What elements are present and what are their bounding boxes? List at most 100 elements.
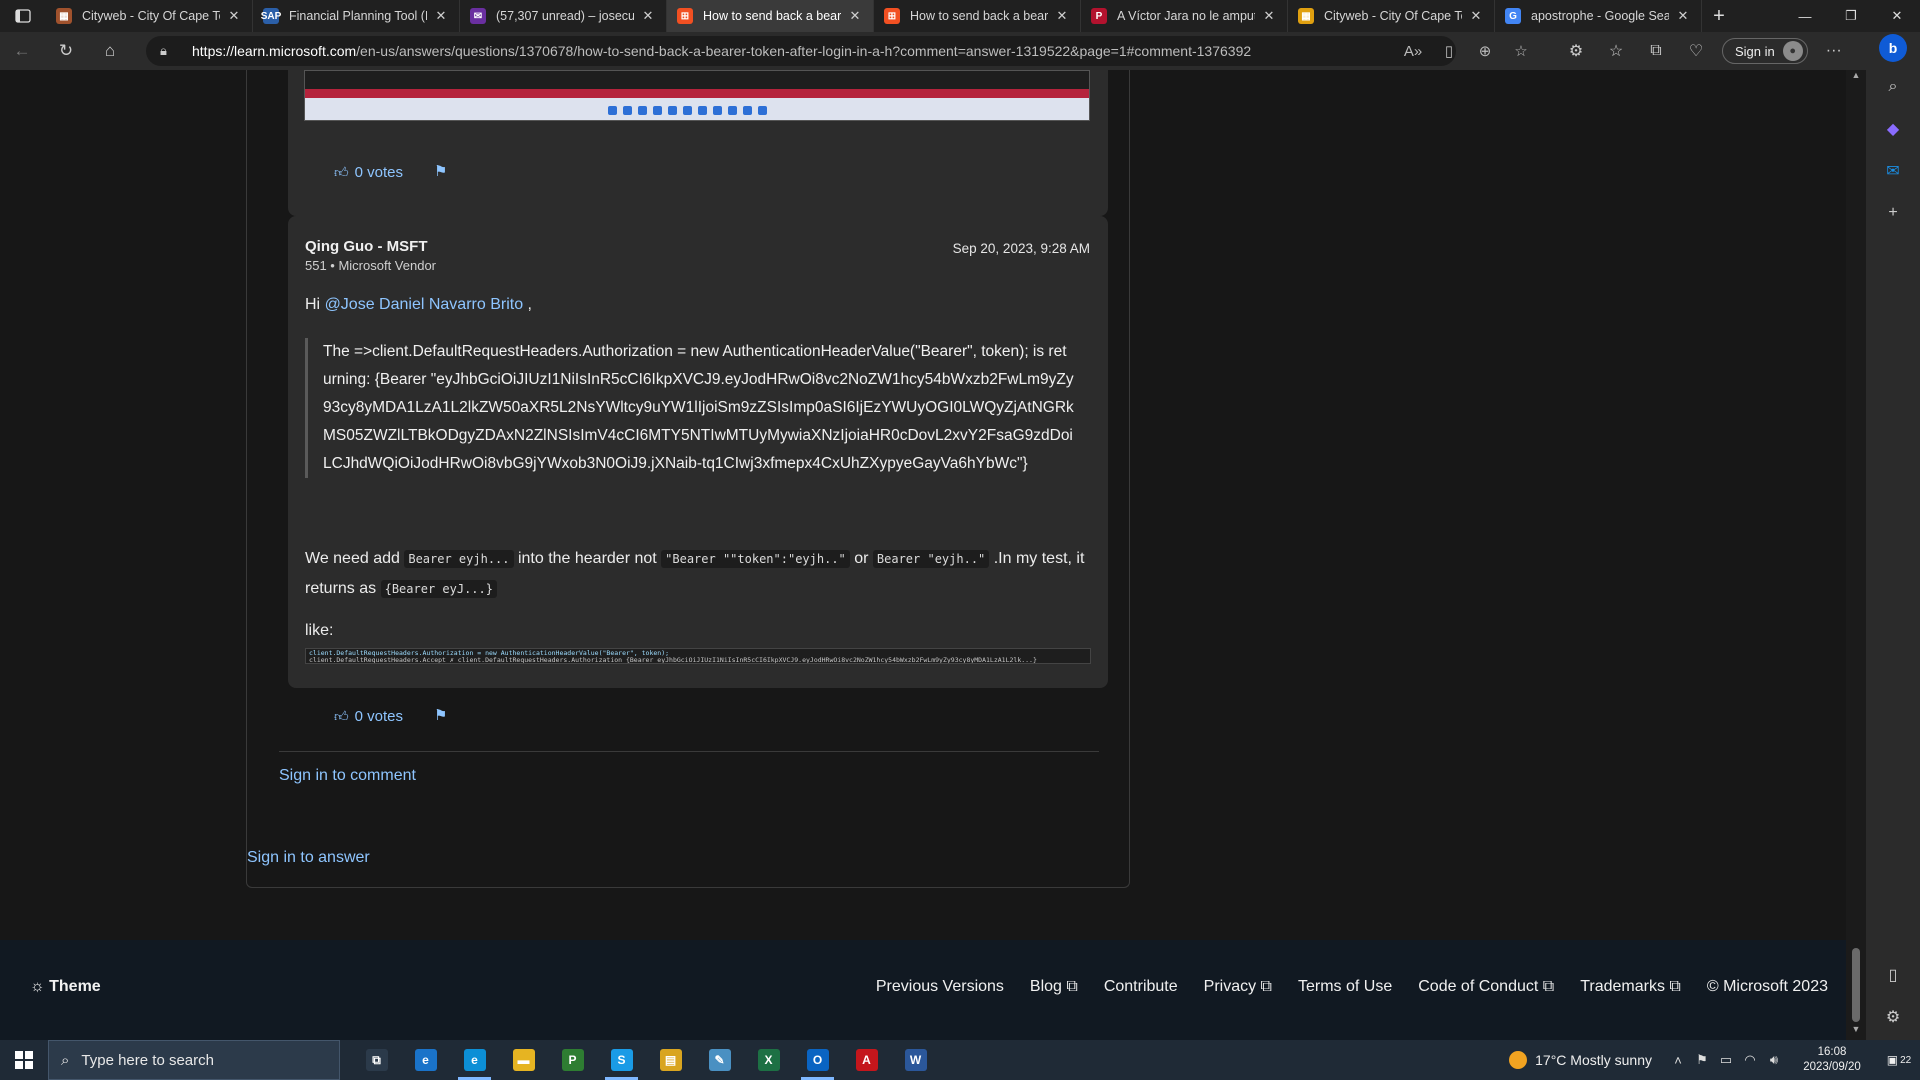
taskbar-clock[interactable]: 16:08 2023/09/20 (1794, 1045, 1870, 1075)
browser-tab[interactable]: ▦ Cityweb - City Of Cape Tow ✕ (46, 0, 253, 32)
tab-close-icon[interactable]: ✕ (1054, 8, 1070, 24)
tab-close-icon[interactable]: ✕ (1675, 8, 1691, 24)
weather-widget[interactable]: 17°C Mostly sunny (1509, 1051, 1652, 1069)
home-button[interactable]: ⌂ (88, 32, 132, 70)
restore-button[interactable]: ❐ (1828, 0, 1874, 32)
report-flag-icon[interactable]: ⚑ (434, 706, 447, 724)
browser-tab[interactable]: ✉ (57,307 unread) – josecubi ✕ (460, 0, 667, 32)
close-window-button[interactable]: ✕ (1874, 0, 1920, 32)
theme-toggle[interactable]: ☼ Theme (30, 978, 101, 996)
volume-icon[interactable]: 🔊︎ (1762, 1052, 1786, 1068)
windows-taskbar: ⌕ Type here to search ⧉ e e ▬ P S ▤ ✎ X O A W 17°C … (0, 1040, 1920, 1080)
tab-strip: ▦ Cityweb - City Of Cape Tow ✕ SAP Financial… (0, 0, 1920, 32)
tab-actions-menu-icon[interactable] (0, 0, 46, 32)
taskbar-app-excel[interactable]: X (744, 1040, 793, 1080)
search-icon[interactable]: ⌕ (1866, 66, 1920, 108)
answer-author[interactable]: Qing Guo - MSFT (305, 238, 427, 255)
favorites-icon[interactable]: ☆ (1596, 41, 1636, 61)
notification-center-button[interactable]: ▣ 22 (1878, 1040, 1920, 1080)
windows-start-button[interactable] (0, 1040, 48, 1080)
browser-tab[interactable]: SAP Financial Planning Tool (Ne ✕ (253, 0, 460, 32)
immersive-reader-icon[interactable]: ▯ (1431, 42, 1467, 60)
tab-close-icon[interactable]: ✕ (1468, 8, 1484, 24)
tab-title: A Víctor Jara no le amputa (1117, 9, 1255, 23)
answer-date: Sep 20, 2023, 9:28 AM (952, 241, 1090, 256)
tab-favicon-icon: ▦ (56, 8, 72, 24)
project-icon: P (561, 1049, 584, 1071)
notification-icon: ▣ (1886, 1053, 1899, 1067)
taskbar-app-project[interactable]: P (548, 1040, 597, 1080)
more-menu-icon[interactable]: ··· (1814, 42, 1854, 60)
page-scrollbar[interactable]: ▲ ▼ (1846, 70, 1866, 1040)
scroll-up-arrow-icon[interactable]: ▲ (1846, 70, 1866, 86)
browser-tab[interactable]: P A Víctor Jara no le amputa ✕ (1081, 0, 1288, 32)
footer-link[interactable]: Previous Versions (876, 978, 1004, 996)
user-mention-link[interactable]: @Jose Daniel Navarro Brito (325, 296, 524, 313)
taskbar-app-word[interactable]: W (891, 1040, 940, 1080)
author-meta: 551 • Microsoft Vendor (305, 258, 437, 273)
taskbar-app-file-explorer[interactable]: ▬ (499, 1040, 548, 1080)
outlook-icon: O (806, 1049, 829, 1071)
back-button[interactable]: ← (0, 32, 44, 70)
avatar: ● (1782, 41, 1803, 61)
tab-close-icon[interactable]: ✕ (1261, 8, 1277, 24)
address-bar[interactable]: 🔒︎ https://learn.microsoft.com/en-us/ans… (146, 36, 1456, 66)
tab-close-icon[interactable]: ✕ (847, 8, 863, 24)
browser-tab[interactable]: Gapostrophe - Google Searc ✕ (1495, 0, 1702, 32)
network-app-icon[interactable]: ⚑ (1690, 1052, 1714, 1068)
wifi-icon[interactable]: ◠ (1738, 1052, 1762, 1068)
taskbar-app-edge-legacy[interactable]: e (401, 1040, 450, 1080)
new-tab-button[interactable]: + (1702, 0, 1736, 32)
scroll-thumb[interactable] (1852, 948, 1860, 1022)
upvote-button[interactable]: 👍︎ 0 votes (334, 708, 403, 725)
taskbar-app-acrobat[interactable]: A (842, 1040, 891, 1080)
browser-tab[interactable]: ⊞ How to send back a bearer ✕ (667, 0, 874, 32)
upvote-button[interactable]: 👍︎ 0 votes (334, 164, 403, 181)
footer-link[interactable]: Terms of Use (1298, 978, 1392, 996)
footer-link[interactable]: Trademarks ⧉ (1580, 978, 1681, 996)
taskbar-search[interactable]: ⌕ Type here to search (48, 1040, 340, 1080)
taskbar-app-notes[interactable]: ✎ (695, 1040, 744, 1080)
hide-sidebar-icon[interactable]: ▯ (1866, 954, 1920, 996)
tab-close-icon[interactable]: ✕ (226, 8, 242, 24)
votes-count: 0 votes (354, 708, 404, 725)
bing-copilot-icon[interactable]: b (1879, 34, 1907, 62)
tab-close-icon[interactable]: ✕ (433, 8, 449, 24)
browser-tab[interactable]: ▦ Cityweb - City Of Cape Tow ✕ (1288, 0, 1495, 32)
minimize-button[interactable]: — (1782, 0, 1828, 32)
favorite-star-icon[interactable]: ☆ (1503, 42, 1539, 60)
tab-favicon-icon: ⊞ (884, 8, 900, 24)
scroll-down-arrow-icon[interactable]: ▼ (1846, 1024, 1866, 1040)
copilot-icon[interactable]: ◆ (1866, 108, 1920, 150)
report-flag-icon[interactable]: ⚑ (434, 162, 447, 180)
sidebar-settings-icon[interactable]: ⚙ (1866, 996, 1920, 1038)
footer-link[interactable]: Privacy ⧉ (1204, 978, 1272, 996)
sign-in-to-answer-link[interactable]: Sign in to answer (247, 849, 370, 867)
footer-link[interactable]: © Microsoft 2023 (1707, 978, 1828, 996)
collections-icon[interactable]: ⧉ (1636, 42, 1676, 60)
taskbar-app-skype[interactable]: S (597, 1040, 646, 1080)
taskbar-app-edge[interactable]: e (450, 1040, 499, 1080)
battery-icon[interactable]: ▭ (1714, 1052, 1738, 1068)
taskbar-app-outlook[interactable]: O (793, 1040, 842, 1080)
add-sidebar-app-icon[interactable]: + (1866, 192, 1920, 234)
like-label: like: (305, 622, 334, 639)
refresh-button[interactable]: ↻ (44, 32, 88, 70)
footer-link[interactable]: Contribute (1104, 978, 1178, 996)
tab-close-icon[interactable]: ✕ (640, 8, 656, 24)
footer-link[interactable]: Blog ⧉ (1030, 978, 1078, 996)
browser-tab[interactable]: ⊞ How to send back a bearer ✕ (874, 0, 1081, 32)
extensions-icon[interactable]: ⚙ (1556, 41, 1596, 61)
signin-button[interactable]: Sign in ● (1722, 38, 1808, 64)
zoom-icon[interactable]: ⊕ (1467, 42, 1503, 60)
tab-title: Financial Planning Tool (Ne (289, 9, 427, 23)
sign-in-to-comment-link[interactable]: Sign in to comment (279, 767, 416, 785)
chevron-up-icon[interactable]: ˄ (1666, 1053, 1690, 1068)
edge-sidebar: b ⌕ ◆ ✉ + ▯ ⚙ (1866, 32, 1920, 1040)
browser-essentials-icon[interactable]: ♡ (1676, 41, 1716, 61)
taskbar-app-app-folder[interactable]: ▤ (646, 1040, 695, 1080)
taskbar-app-task-view[interactable]: ⧉ (352, 1040, 401, 1080)
read-aloud-icon[interactable]: A» (1395, 43, 1431, 60)
footer-link[interactable]: Code of Conduct ⧉ (1418, 978, 1554, 996)
outlook-icon[interactable]: ✉ (1866, 150, 1920, 192)
